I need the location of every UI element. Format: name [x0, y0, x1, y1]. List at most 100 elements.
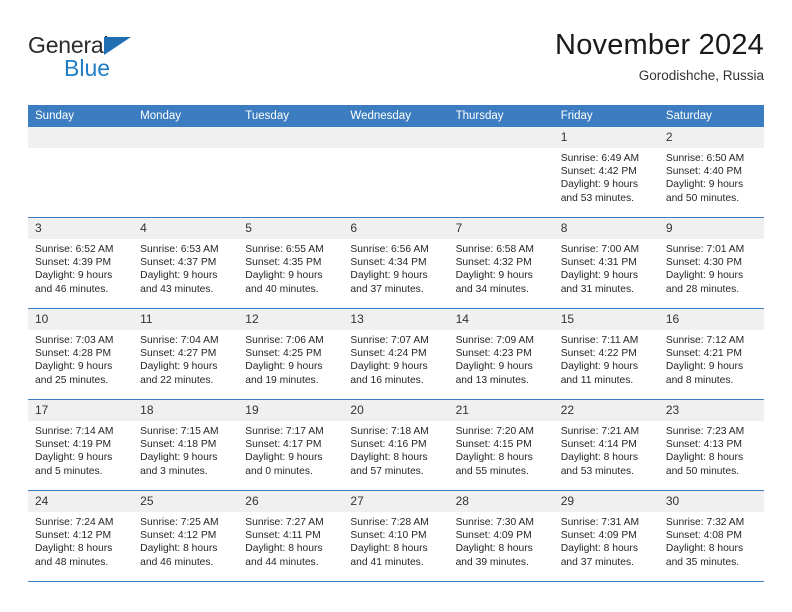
calendar-day-cell[interactable]: 5 Sunrise: 6:55 AM Sunset: 4:35 PM Daylight…	[238, 217, 344, 309]
daylight-duration-line2: and 43 minutes.	[140, 283, 214, 295]
sunrise-time: Sunrise: 7:25 AM	[140, 517, 219, 528]
calendar-day-cell[interactable]: 9 Sunrise: 7:01 AM Sunset: 4:30 PM Daylight…	[658, 217, 764, 309]
day-sun-info: Sunrise: 7:18 AM Sunset: 4:16 PM Daylight:…	[343, 421, 448, 478]
day-cell-inner: 25 Sunrise: 7:25 AM Sunset: 4:12 PM Dayligh…	[133, 491, 239, 580]
day-cell-inner: 24 Sunrise: 7:24 AM Sunset: 4:12 PM Dayligh…	[28, 491, 134, 580]
day-sun-info: Sunrise: 6:49 AM Sunset: 4:42 PM Daylight:…	[554, 148, 659, 205]
sunset-time: Sunset: 4:21 PM	[665, 348, 742, 360]
daylight-duration-line1: Daylight: 9 hours	[35, 361, 113, 373]
calendar-day-cell[interactable]: 11 Sunrise: 7:04 AM Sunset: 4:27 PM Dayligh…	[133, 308, 239, 400]
sunrise-time: Sunrise: 7:01 AM	[665, 244, 745, 255]
calendar-week-row: 10 Sunrise: 7:03 AM Sunset: 4:28 PM Dayligh…	[28, 308, 764, 400]
page-title: November 2024	[555, 29, 764, 61]
calendar-day-cell[interactable]: 13 Sunrise: 7:07 AM Sunset: 4:24 PM Dayligh…	[343, 308, 449, 400]
calendar-day-cell[interactable]: 19 Sunrise: 7:17 AM Sunset: 4:17 PM Dayligh…	[238, 399, 344, 491]
day-number	[133, 127, 239, 148]
calendar-day-cell[interactable]: 1 Sunrise: 6:49 AM Sunset: 4:42 PM Daylight…	[553, 127, 659, 218]
calendar-day-cell[interactable]: 22 Sunrise: 7:21 AM Sunset: 4:14 PM Dayligh…	[553, 399, 659, 491]
day-number: 6	[343, 218, 449, 239]
daylight-duration-line2: and 55 minutes.	[455, 465, 529, 477]
calendar-day-cell[interactable]: 21 Sunrise: 7:20 AM Sunset: 4:15 PM Dayligh…	[448, 399, 554, 491]
daylight-duration-line2: and 50 minutes.	[665, 465, 740, 477]
calendar-day-cell[interactable]: 23 Sunrise: 7:23 AM Sunset: 4:13 PM Dayligh…	[658, 399, 764, 491]
day-number: 16	[658, 309, 764, 330]
calendar-day-cell[interactable]: 29 Sunrise: 7:31 AM Sunset: 4:09 PM Dayligh…	[553, 490, 659, 582]
sunrise-time: Sunrise: 7:32 AM	[665, 517, 745, 528]
day-cell-inner	[343, 127, 449, 216]
sunrise-time: Sunrise: 7:20 AM	[455, 426, 534, 437]
daylight-duration-line2: and 31 minutes.	[560, 283, 634, 295]
daylight-duration-line2: and 40 minutes.	[245, 283, 319, 295]
day-number: 13	[343, 309, 449, 330]
calendar-day-cell[interactable]: 6 Sunrise: 6:56 AM Sunset: 4:34 PM Daylight…	[343, 217, 449, 309]
daylight-duration-line1: Daylight: 9 hours	[665, 270, 744, 282]
daylight-duration-line2: and 8 minutes.	[665, 374, 734, 386]
day-cell-inner: 14 Sunrise: 7:09 AM Sunset: 4:23 PM Dayligh…	[448, 309, 554, 398]
calendar-day-cell[interactable]: 2 Sunrise: 6:50 AM Sunset: 4:40 PM Daylight…	[658, 127, 764, 218]
day-number: 9	[658, 218, 764, 239]
daylight-duration-line1: Daylight: 8 hours	[350, 543, 428, 555]
daylight-duration-line2: and 53 minutes.	[560, 465, 634, 477]
sunrise-time: Sunrise: 7:03 AM	[35, 335, 114, 346]
sunset-time: Sunset: 4:22 PM	[560, 348, 637, 360]
calendar-day-cell[interactable]: 8 Sunrise: 7:00 AM Sunset: 4:31 PM Daylight…	[553, 217, 659, 309]
daylight-duration-line1: Daylight: 9 hours	[245, 270, 323, 282]
daylight-duration-line1: Daylight: 8 hours	[560, 543, 638, 555]
calendar-day-cell[interactable]: 10 Sunrise: 7:03 AM Sunset: 4:28 PM Dayligh…	[28, 308, 134, 400]
sunset-time: Sunset: 4:35 PM	[245, 257, 322, 269]
calendar-day-cell[interactable]: 24 Sunrise: 7:24 AM Sunset: 4:12 PM Dayligh…	[28, 490, 134, 582]
day-number: 14	[448, 309, 554, 330]
calendar-day-cell[interactable]: 18 Sunrise: 7:15 AM Sunset: 4:18 PM Dayligh…	[133, 399, 239, 491]
sunrise-time: Sunrise: 7:07 AM	[350, 335, 429, 346]
sunset-time: Sunset: 4:34 PM	[350, 257, 427, 269]
page-header: General Blue November 2024 Gorodishche, …	[28, 28, 764, 100]
daylight-duration-line1: Daylight: 9 hours	[665, 361, 744, 373]
day-cell-inner: 30 Sunrise: 7:32 AM Sunset: 4:08 PM Dayligh…	[658, 491, 764, 580]
calendar-page: General Blue November 2024 Gorodishche, …	[0, 0, 792, 612]
sunset-time: Sunset: 4:08 PM	[665, 530, 742, 542]
sunset-time: Sunset: 4:25 PM	[245, 348, 322, 360]
day-cell-inner: 19 Sunrise: 7:17 AM Sunset: 4:17 PM Dayligh…	[238, 400, 344, 489]
day-sun-info: Sunrise: 7:07 AM Sunset: 4:24 PM Daylight:…	[343, 330, 448, 387]
sunset-time: Sunset: 4:40 PM	[665, 166, 742, 178]
day-cell-inner: 23 Sunrise: 7:23 AM Sunset: 4:13 PM Dayligh…	[658, 400, 764, 489]
day-cell-inner: 29 Sunrise: 7:31 AM Sunset: 4:09 PM Dayligh…	[553, 491, 659, 580]
calendar-day-cell[interactable]: 4 Sunrise: 6:53 AM Sunset: 4:37 PM Daylight…	[133, 217, 239, 309]
day-cell-inner: 28 Sunrise: 7:30 AM Sunset: 4:09 PM Dayligh…	[448, 491, 554, 580]
calendar-day-cell[interactable]: 17 Sunrise: 7:14 AM Sunset: 4:19 PM Dayligh…	[28, 399, 134, 491]
day-sun-info: Sunrise: 7:31 AM Sunset: 4:09 PM Daylight:…	[554, 512, 659, 569]
sunrise-time: Sunrise: 7:15 AM	[140, 426, 219, 437]
day-cell-inner: 13 Sunrise: 7:07 AM Sunset: 4:24 PM Dayligh…	[343, 309, 449, 398]
day-cell-inner	[448, 127, 554, 216]
calendar-day-cell[interactable]: 25 Sunrise: 7:25 AM Sunset: 4:12 PM Dayligh…	[133, 490, 239, 582]
calendar-day-cell[interactable]: 7 Sunrise: 6:58 AM Sunset: 4:32 PM Daylight…	[448, 217, 554, 309]
calendar-day-cell[interactable]: 20 Sunrise: 7:18 AM Sunset: 4:16 PM Dayligh…	[343, 399, 449, 491]
day-sun-info: Sunrise: 7:15 AM Sunset: 4:18 PM Daylight:…	[133, 421, 238, 478]
calendar-day-cell[interactable]: 15 Sunrise: 7:11 AM Sunset: 4:22 PM Dayligh…	[553, 308, 659, 400]
calendar-day-cell[interactable]: 12 Sunrise: 7:06 AM Sunset: 4:25 PM Dayligh…	[238, 308, 344, 400]
daylight-duration-line1: Daylight: 9 hours	[350, 270, 428, 282]
calendar-day-cell[interactable]: 27 Sunrise: 7:28 AM Sunset: 4:10 PM Dayligh…	[343, 490, 449, 582]
logo-text-blue: Blue	[64, 55, 111, 81]
daylight-duration-line1: Daylight: 9 hours	[560, 361, 638, 373]
calendar-day-cell[interactable]: 14 Sunrise: 7:09 AM Sunset: 4:23 PM Dayligh…	[448, 308, 554, 400]
calendar-day-cell[interactable]: 26 Sunrise: 7:27 AM Sunset: 4:11 PM Dayligh…	[238, 490, 344, 582]
day-number: 29	[553, 491, 659, 512]
calendar-day-cell[interactable]: 28 Sunrise: 7:30 AM Sunset: 4:09 PM Dayligh…	[448, 490, 554, 582]
calendar-day-cell[interactable]: 3 Sunrise: 6:52 AM Sunset: 4:39 PM Daylight…	[28, 217, 134, 309]
general-blue-logo[interactable]: General Blue	[28, 32, 248, 90]
sunrise-time: Sunrise: 7:11 AM	[560, 335, 639, 346]
sunrise-time: Sunrise: 7:23 AM	[665, 426, 745, 437]
calendar-day-cell[interactable]: 30 Sunrise: 7:32 AM Sunset: 4:08 PM Dayligh…	[658, 490, 764, 582]
day-number	[448, 127, 554, 148]
day-sun-info: Sunrise: 6:56 AM Sunset: 4:34 PM Daylight:…	[343, 239, 448, 296]
day-cell-inner: 6 Sunrise: 6:56 AM Sunset: 4:34 PM Daylight…	[343, 218, 449, 307]
calendar-day-cell[interactable]: 16 Sunrise: 7:12 AM Sunset: 4:21 PM Dayligh…	[658, 308, 764, 400]
sunrise-time: Sunrise: 6:58 AM	[455, 244, 534, 255]
calendar-day-cell-empty	[448, 127, 554, 218]
day-cell-inner: 7 Sunrise: 6:58 AM Sunset: 4:32 PM Daylight…	[448, 218, 554, 307]
sunrise-time: Sunrise: 7:31 AM	[560, 517, 640, 528]
day-cell-inner	[133, 127, 239, 216]
sunset-time: Sunset: 4:15 PM	[455, 439, 532, 451]
day-number	[28, 127, 134, 148]
